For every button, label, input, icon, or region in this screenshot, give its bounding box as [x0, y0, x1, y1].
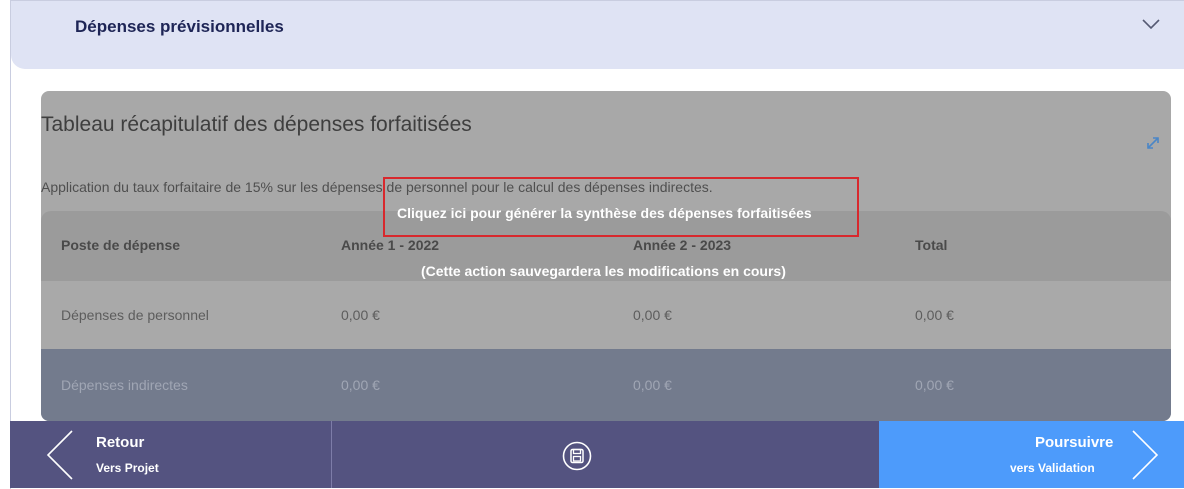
generate-synthesis-label[interactable]: Cliquez ici pour générer la synthèse des…	[397, 205, 812, 221]
table-row: Dépenses de personnel 0,00 € 0,00 € 0,00…	[41, 281, 1171, 349]
expand-icon[interactable]	[1145, 135, 1161, 151]
row-value: 0,00 €	[633, 307, 672, 323]
section-title: Dépenses prévisionnelles	[75, 17, 284, 36]
continue-button[interactable]: Poursuivre vers Validation	[879, 421, 1184, 488]
page-frame: Dépenses prévisionnelles Tableau récapit…	[10, 0, 1184, 489]
table-row: Dépenses indirectes 0,00 € 0,00 € 0,00 €	[41, 349, 1171, 421]
row-label: Dépenses de personnel	[61, 307, 209, 323]
back-label: Retour	[96, 434, 145, 451]
back-sublabel: Vers Projet	[96, 461, 159, 475]
row-label: Dépenses indirectes	[61, 377, 188, 393]
chevron-right-icon	[1132, 430, 1159, 480]
save-button[interactable]	[332, 421, 879, 488]
card-title: Tableau récapitulatif des dépenses forfa…	[41, 113, 472, 136]
summary-card[interactable]: Tableau récapitulatif des dépenses forfa…	[41, 91, 1171, 421]
header-poste: Poste de dépense	[61, 237, 181, 253]
header-annee-1: Année 1 - 2022	[341, 237, 440, 253]
header-total: Total	[915, 237, 948, 253]
generate-synthesis-button[interactable]: Cliquez ici pour générer la synthèse des…	[383, 177, 859, 237]
back-button[interactable]: Retour Vers Projet	[10, 421, 332, 488]
summary-table: Poste de dépense Année 1 - 2022 Année 2 …	[41, 211, 1171, 421]
row-value: 0,00 €	[341, 307, 380, 323]
chevron-down-icon[interactable]	[1141, 17, 1161, 31]
row-total: 0,00 €	[915, 307, 954, 323]
save-icon[interactable]	[562, 441, 592, 471]
section-header[interactable]: Dépenses prévisionnelles	[11, 1, 1184, 69]
row-value: 0,00 €	[341, 377, 380, 393]
chevron-left-icon	[46, 430, 73, 480]
footer-nav: Retour Vers Projet Poursuivre vers Valid…	[10, 421, 1184, 488]
row-value: 0,00 €	[633, 377, 672, 393]
save-warning-note: (Cette action sauvegardera les modificat…	[421, 263, 786, 279]
continue-label: Poursuivre	[1035, 434, 1114, 451]
continue-sublabel: vers Validation	[1010, 461, 1095, 475]
header-annee-2: Année 2 - 2023	[633, 237, 732, 253]
row-total: 0,00 €	[915, 377, 954, 393]
